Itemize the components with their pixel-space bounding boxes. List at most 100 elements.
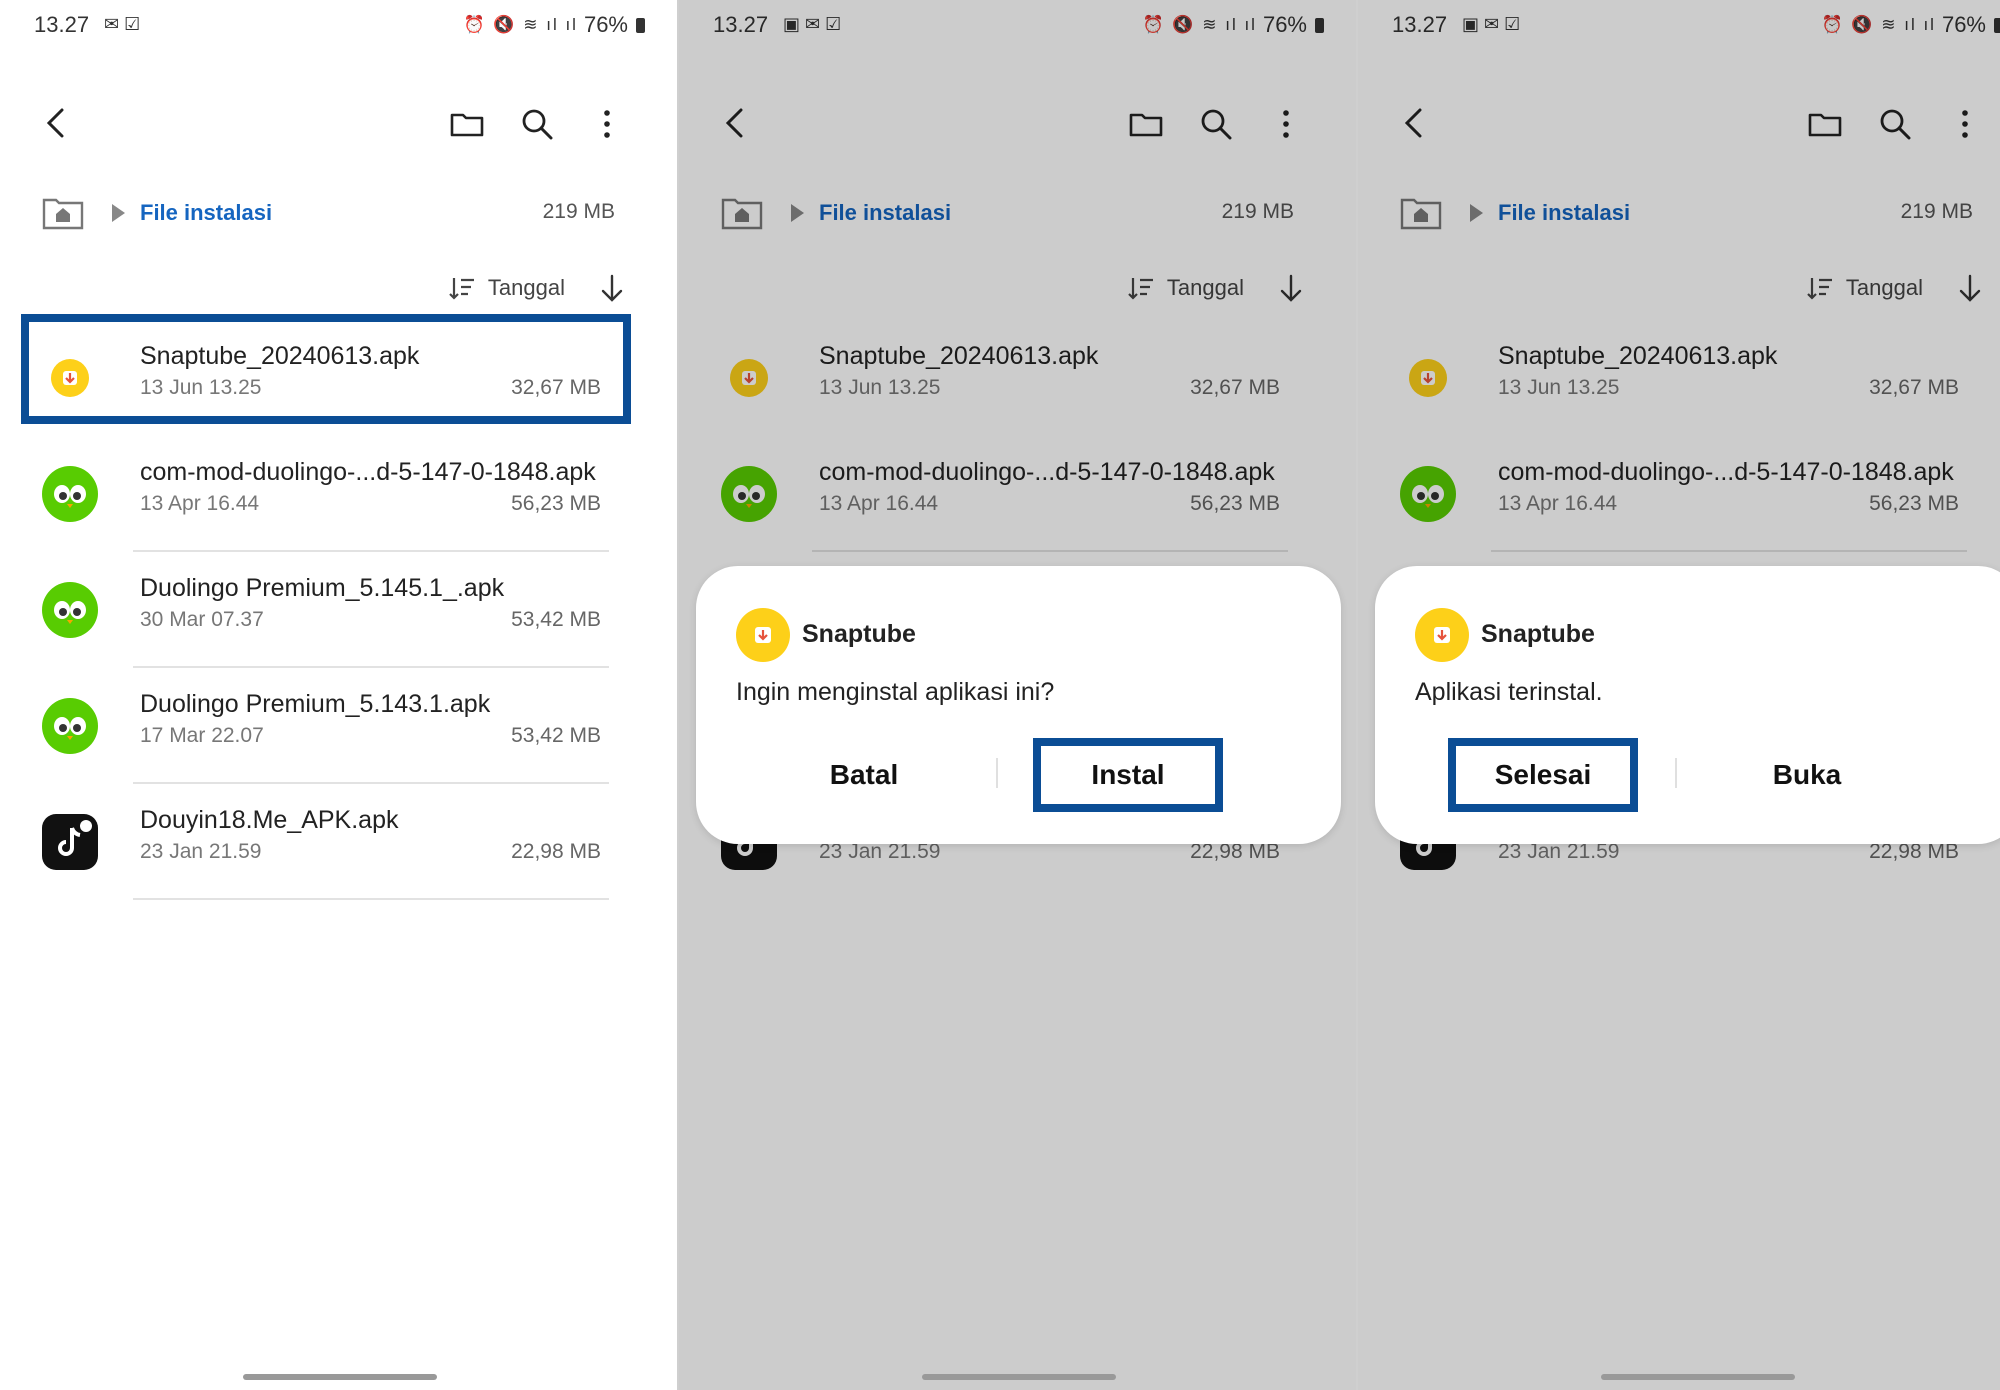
- row-divider: [133, 898, 609, 900]
- sort-label[interactable]: Tanggal: [1167, 275, 1244, 301]
- file-date: 13 Apr 16.44: [819, 492, 939, 515]
- screen-install-complete: 13.27 ▣ ✉ ☑ ⏰ 🔇 ≋ ıl ıl 76% File instala…: [1358, 0, 2000, 1390]
- status-right: ⏰ 🔇 ≋ ıl ıl 76%: [1142, 12, 1324, 38]
- file-date: 23 Jan 21.59: [140, 840, 262, 863]
- dialog-app-name: Snaptube: [1481, 620, 1595, 648]
- sort-direction-icon[interactable]: [1278, 273, 1304, 303]
- system-icons: ⏰ 🔇 ≋ ıl ıl: [463, 15, 578, 34]
- open-button[interactable]: Buka: [1712, 738, 1902, 812]
- file-row[interactable]: com-mod-duolingo-...d-5-147-0-1848.apk 1…: [0, 436, 679, 552]
- duolingo-icon: [42, 698, 98, 754]
- dialog-message: Ingin menginstal aplikasi ini?: [736, 678, 1055, 706]
- file-date: 13 Apr 16.44: [140, 492, 260, 515]
- sort-direction-icon[interactable]: [599, 273, 625, 303]
- file-name: Duolingo Premium_5.143.1.apk: [140, 690, 491, 718]
- duolingo-icon: [721, 466, 777, 522]
- folder-icon[interactable]: [449, 106, 485, 142]
- battery-icon: [1994, 17, 2000, 33]
- more-options-icon[interactable]: [1268, 106, 1304, 142]
- folder-size: 219 MB: [1900, 200, 1973, 223]
- dialog-message: Aplikasi terinstal.: [1415, 678, 1603, 706]
- cancel-button[interactable]: Batal: [769, 738, 959, 812]
- more-options-icon[interactable]: [1947, 106, 1983, 142]
- file-row[interactable]: Snaptube_20240613.apk 13 Jun 13.25 32,67…: [679, 320, 1358, 436]
- installed-dialog: Snaptube Aplikasi terinstal. Selesai Buk…: [1375, 566, 2000, 844]
- status-time: 13.27: [713, 12, 769, 37]
- breadcrumb-arrow-icon: [112, 204, 125, 222]
- notification-icons: ▣ ✉ ☑: [1462, 14, 1521, 34]
- home-indicator[interactable]: [1600, 1374, 1795, 1380]
- file-date: 13 Jun 13.25: [1498, 376, 1620, 399]
- done-button[interactable]: Selesai: [1448, 738, 1638, 812]
- more-options-icon[interactable]: [589, 106, 625, 142]
- folder-icon[interactable]: [1128, 106, 1164, 142]
- toolbar: [1398, 100, 1983, 150]
- file-name: Douyin18.Me_APK.apk: [140, 806, 399, 834]
- file-size: 22,98 MB: [511, 840, 601, 863]
- sort-label[interactable]: Tanggal: [488, 275, 565, 301]
- dialog-app-name: Snaptube: [802, 620, 916, 648]
- row-divider: [1491, 550, 1967, 552]
- file-row[interactable]: Douyin18.Me_APK.apk 23 Jan 21.59 22,98 M…: [0, 784, 679, 900]
- screen-install-prompt: 13.27 ▣ ✉ ☑ ⏰ 🔇 ≋ ıl ıl 76% File instala…: [679, 0, 1358, 1390]
- search-icon[interactable]: [1877, 106, 1913, 142]
- back-icon[interactable]: [719, 106, 753, 140]
- breadcrumb-path[interactable]: File instalasi: [819, 200, 951, 226]
- file-size: 53,42 MB: [511, 724, 601, 747]
- install-button[interactable]: Instal: [1033, 738, 1223, 812]
- breadcrumb-path[interactable]: File instalasi: [1498, 200, 1630, 226]
- sort-direction-icon[interactable]: [1957, 273, 1983, 303]
- home-storage-icon[interactable]: [1400, 194, 1442, 230]
- file-name: Snaptube_20240613.apk: [1498, 342, 1778, 370]
- file-date: 17 Mar 22.07: [140, 724, 264, 747]
- sort-icon[interactable]: [1127, 274, 1155, 302]
- toolbar: [40, 100, 625, 150]
- file-size: 56,23 MB: [1190, 492, 1280, 515]
- file-row[interactable]: Duolingo Premium_5.145.1_.apk 30 Mar 07.…: [0, 552, 679, 668]
- back-icon[interactable]: [40, 106, 74, 140]
- battery-percent: 76%: [1941, 12, 1986, 37]
- file-size: 56,23 MB: [511, 492, 601, 515]
- home-storage-icon[interactable]: [42, 194, 84, 230]
- file-size: 32,67 MB: [1869, 376, 1959, 399]
- duolingo-icon: [1400, 466, 1456, 522]
- sort-bar: Tanggal: [448, 268, 625, 308]
- sort-label[interactable]: Tanggal: [1846, 275, 1923, 301]
- sort-bar: Tanggal: [1806, 268, 1983, 308]
- toolbar: [719, 100, 1304, 150]
- file-row[interactable]: com-mod-duolingo-...d-5-147-0-1848.apk 1…: [1358, 436, 2000, 552]
- file-name: com-mod-duolingo-...d-5-147-0-1848.apk: [1498, 458, 1954, 486]
- system-icons: ⏰ 🔇 ≋ ıl ıl: [1821, 15, 1936, 34]
- file-row[interactable]: Duolingo Premium_5.143.1.apk 17 Mar 22.0…: [0, 668, 679, 784]
- folder-icon[interactable]: [1807, 106, 1843, 142]
- button-divider: [996, 758, 998, 788]
- selected-file-highlight: [21, 314, 631, 424]
- screen-file-list: 13.27 ✉ ☑ ⏰ 🔇 ≋ ıl ıl 76% File instalasi…: [0, 0, 679, 1390]
- file-row[interactable]: com-mod-duolingo-...d-5-147-0-1848.apk 1…: [679, 436, 1358, 552]
- duolingo-icon: [42, 582, 98, 638]
- sort-icon[interactable]: [448, 274, 476, 302]
- sort-bar: Tanggal: [1127, 268, 1304, 308]
- breadcrumb-path[interactable]: File instalasi: [140, 200, 272, 226]
- status-bar: 13.27 ✉ ☑ ⏰ 🔇 ≋ ıl ıl 76%: [34, 12, 645, 42]
- row-divider: [812, 550, 1288, 552]
- duolingo-icon: [42, 466, 98, 522]
- file-size: 32,67 MB: [1190, 376, 1280, 399]
- back-icon[interactable]: [1398, 106, 1432, 140]
- snaptube-icon: [721, 350, 777, 406]
- snaptube-icon: [1415, 608, 1469, 662]
- breadcrumb-arrow-icon: [791, 204, 804, 222]
- file-name: com-mod-duolingo-...d-5-147-0-1848.apk: [819, 458, 1275, 486]
- system-icons: ⏰ 🔇 ≋ ıl ıl: [1142, 15, 1257, 34]
- file-name: Duolingo Premium_5.145.1_.apk: [140, 574, 505, 602]
- battery-percent: 76%: [583, 12, 628, 37]
- sort-icon[interactable]: [1806, 274, 1834, 302]
- home-indicator[interactable]: [242, 1374, 437, 1380]
- home-storage-icon[interactable]: [721, 194, 763, 230]
- file-row[interactable]: Snaptube_20240613.apk 13 Jun 13.25 32,67…: [1358, 320, 2000, 436]
- home-indicator[interactable]: [921, 1374, 1116, 1380]
- tiktok-icon: [42, 814, 98, 870]
- search-icon[interactable]: [519, 106, 555, 142]
- status-time: 13.27: [34, 12, 90, 37]
- search-icon[interactable]: [1198, 106, 1234, 142]
